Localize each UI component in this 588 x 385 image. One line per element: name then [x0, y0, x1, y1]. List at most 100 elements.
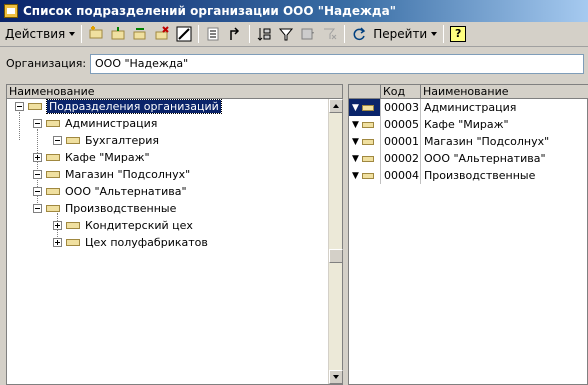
arrow-down-icon: ▼: [352, 119, 359, 130]
row-icon-cell: ▼: [349, 99, 381, 116]
row-code: 00001: [381, 133, 421, 150]
tree-item[interactable]: Кондитерский цех: [53, 217, 193, 234]
list-header: Код Наименование: [349, 85, 588, 99]
app-window: Список подразделений организации ООО "На…: [0, 0, 588, 385]
delete-button[interactable]: [152, 24, 172, 44]
parent-level-button[interactable]: [225, 24, 245, 44]
window-title: Список подразделений организации ООО "На…: [23, 4, 396, 18]
arrow-up-icon: [333, 104, 339, 108]
table-row[interactable]: ▼ 00005 Кафе "Мираж": [349, 116, 588, 133]
folder-icon: [66, 239, 80, 246]
organization-label: Организация:: [6, 57, 87, 70]
tree-item-label: ООО "Альтернатива": [65, 185, 187, 198]
goto-menu-label: Перейти: [373, 27, 428, 41]
expand-icon[interactable]: [53, 238, 62, 247]
refresh-icon: [353, 27, 366, 41]
add-item-button[interactable]: [86, 24, 106, 44]
expand-icon[interactable]: [33, 153, 42, 162]
collapse-icon[interactable]: [53, 136, 62, 145]
window-icon: [4, 4, 18, 18]
collapse-icon[interactable]: [33, 187, 42, 196]
up-level-icon: [230, 27, 240, 40]
row-icon-cell: ▼: [349, 133, 381, 150]
filter-list-icon: [301, 28, 315, 40]
expand-icon[interactable]: [53, 221, 62, 230]
actions-menu-label: Действия: [5, 27, 66, 41]
help-button[interactable]: ?: [448, 24, 468, 44]
table-row[interactable]: ▼ 00004 Производственные: [349, 167, 588, 184]
refresh-button[interactable]: [349, 24, 369, 44]
tree-item[interactable]: Кафе "Мираж": [33, 149, 150, 166]
tree-item[interactable]: Производственные: [33, 200, 176, 217]
folder-icon: [46, 154, 60, 161]
collapse-icon[interactable]: [15, 102, 24, 111]
list-header-code[interactable]: Код: [381, 85, 421, 99]
actions-menu[interactable]: Действия: [2, 24, 78, 44]
sort-button[interactable]: [254, 24, 274, 44]
collapse-icon[interactable]: [33, 119, 42, 128]
add-group-button[interactable]: [108, 24, 128, 44]
filter-list-button[interactable]: [298, 24, 318, 44]
help-icon: ?: [450, 26, 467, 42]
row-code: 00004: [381, 167, 421, 184]
arrow-down-icon: ▼: [352, 102, 359, 113]
tree-item-label: Производственные: [65, 202, 177, 215]
hierarchy-button[interactable]: [203, 24, 223, 44]
row-icon-cell: ▼: [349, 150, 381, 167]
collapse-icon[interactable]: [33, 170, 42, 179]
tree-item-root[interactable]: Подразделения организаций: [15, 98, 222, 115]
arrow-down-icon: ▼: [352, 136, 359, 147]
tree-scrollbar[interactable]: [328, 99, 343, 384]
tree-item-label: Кафе "Мираж": [65, 151, 150, 164]
delete-icon: [155, 26, 169, 40]
folder-icon: [361, 104, 374, 111]
arrow-down-icon: ▼: [352, 153, 359, 164]
row-code: 00005: [381, 116, 421, 133]
goto-menu[interactable]: Перейти: [370, 24, 440, 44]
table-row[interactable]: ▼ 00002 ООО "Альтернатива": [349, 150, 588, 167]
copy-button[interactable]: [130, 24, 150, 44]
list-header-icon-col[interactable]: [349, 85, 381, 99]
add-item-icon: [89, 26, 103, 39]
tree-panel: Наименование Подразделения организаций А…: [6, 84, 343, 385]
edit-button[interactable]: [174, 24, 194, 44]
table-row[interactable]: ▼ 00003 Администрация: [349, 99, 588, 116]
folder-icon: [361, 121, 374, 128]
row-name: Администрация: [424, 101, 517, 114]
tree-item-label: Подразделения организаций: [46, 99, 222, 114]
folder-icon: [28, 103, 42, 110]
filter-button[interactable]: [276, 24, 296, 44]
collapse-icon[interactable]: [33, 204, 42, 213]
tree-item[interactable]: Цех полуфабрикатов: [53, 234, 208, 251]
folder-icon: [361, 172, 374, 179]
row-name: Кафе "Мираж": [424, 118, 509, 131]
arrow-down-icon: ▼: [352, 170, 359, 181]
clear-filter-button[interactable]: [320, 24, 340, 44]
tree-item-label: Администрация: [65, 117, 158, 130]
tree-item[interactable]: Магазин "Подсолнух": [33, 166, 190, 183]
title-bar[interactable]: Список подразделений организации ООО "На…: [0, 0, 588, 22]
toolbar-separator: [443, 25, 445, 43]
tree-item[interactable]: ООО "Альтернатива": [33, 183, 187, 200]
tree-item[interactable]: Администрация: [33, 115, 157, 132]
scroll-up-button[interactable]: [329, 99, 343, 113]
folder-icon: [46, 171, 60, 178]
table-row[interactable]: ▼ 00001 Магазин "Подсолнух": [349, 133, 588, 150]
scroll-thumb[interactable]: [329, 249, 343, 263]
chevron-down-icon: [69, 32, 76, 36]
list-header-name[interactable]: Наименование: [421, 85, 588, 99]
folder-icon: [361, 138, 374, 145]
tree-item[interactable]: Бухгалтерия: [53, 132, 159, 149]
organization-field[interactable]: ООО "Надежда": [90, 54, 584, 74]
toolbar-separator: [198, 25, 200, 43]
toolbar: Действия Перейти ?: [0, 22, 588, 47]
folder-icon: [361, 155, 374, 162]
arrow-down-icon: [333, 375, 339, 379]
tree-header-name[interactable]: Наименование: [7, 85, 342, 99]
row-name: Магазин "Подсолнух": [424, 135, 550, 148]
tree-connector: [19, 112, 20, 140]
scroll-down-button[interactable]: [329, 370, 343, 384]
tree-item-label: Магазин "Подсолнух": [65, 168, 191, 181]
sort-icon: [257, 28, 271, 41]
row-code: 00003: [381, 99, 421, 116]
